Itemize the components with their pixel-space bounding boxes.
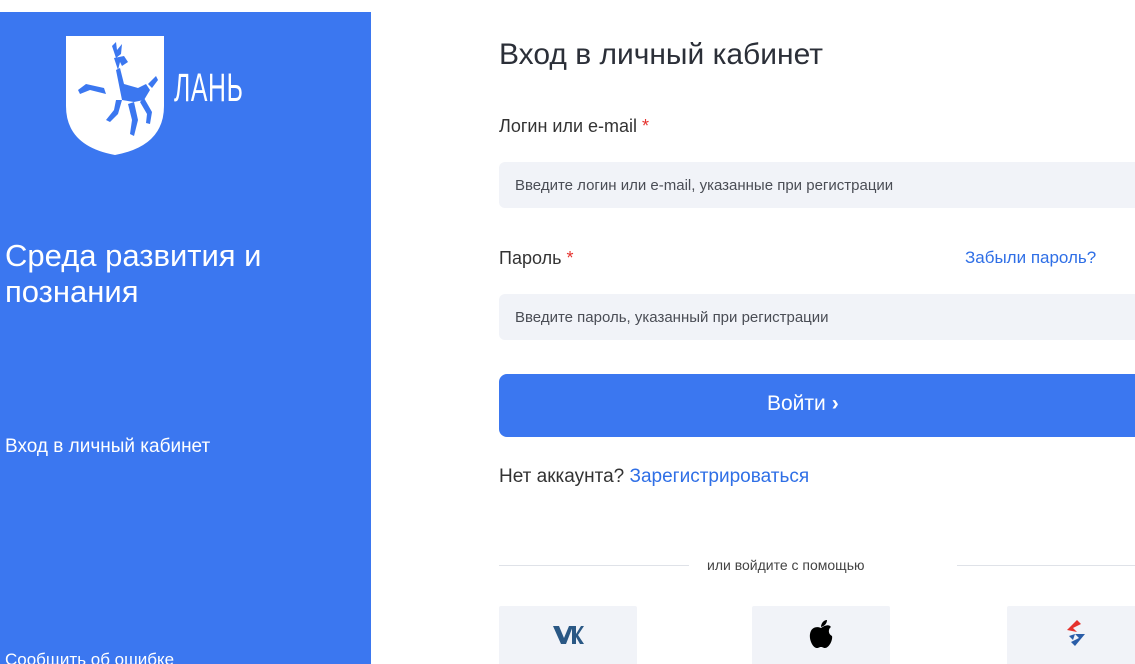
register-link[interactable]: Зарегистрироваться <box>630 466 810 487</box>
sidebar: ЛАНЬ Среда развития и познания Вход в ли… <box>0 12 371 664</box>
divider-text: или войдите с помощью <box>707 557 865 573</box>
chevron-right-icon: › <box>831 392 839 415</box>
password-input[interactable] <box>499 294 1135 340</box>
apple-icon <box>809 620 833 648</box>
login-label: Логин или e-mail * <box>499 116 649 137</box>
vk-icon <box>553 626 584 644</box>
login-input[interactable] <box>499 162 1135 208</box>
apple-login-button[interactable] <box>752 606 890 664</box>
lan-logo[interactable]: ЛАНЬ <box>64 28 264 158</box>
lan-shield-icon <box>66 36 164 155</box>
login-button[interactable]: Войти › <box>499 374 1135 437</box>
sidebar-subtitle: Вход в личный кабинет <box>5 436 211 457</box>
login-page: ЛАНЬ Среда развития и познания Вход в ли… <box>0 0 1135 664</box>
vk-login-button[interactable] <box>499 606 637 664</box>
required-mark: * <box>642 116 650 136</box>
login-button-label: Войти <box>767 392 826 415</box>
logo-wordmark: ЛАНЬ <box>174 66 244 110</box>
report-error-link[interactable]: Сообщить об ошибке <box>5 650 174 664</box>
login-button-content: Войти › <box>767 392 839 416</box>
no-account-line: Нет аккаунта? Зарегистрироваться <box>499 466 809 488</box>
page-title: Вход в личный кабинет <box>499 38 823 71</box>
esia-icon <box>1067 620 1085 646</box>
divider-right <box>957 565 1135 566</box>
esia-login-button[interactable] <box>1007 606 1135 664</box>
login-label-text: Логин или e-mail <box>499 116 638 136</box>
forgot-password-link[interactable]: Забыли пароль? <box>965 248 1096 268</box>
no-account-text: Нет аккаунта? <box>499 466 625 487</box>
password-label: Пароль * <box>499 248 574 269</box>
divider-left <box>499 565 689 566</box>
password-label-text: Пароль <box>499 248 562 268</box>
sidebar-tagline: Среда развития и познания <box>5 238 262 309</box>
required-mark: * <box>566 248 574 268</box>
login-form: Вход в личный кабинет Логин или e-mail *… <box>499 0 1135 664</box>
